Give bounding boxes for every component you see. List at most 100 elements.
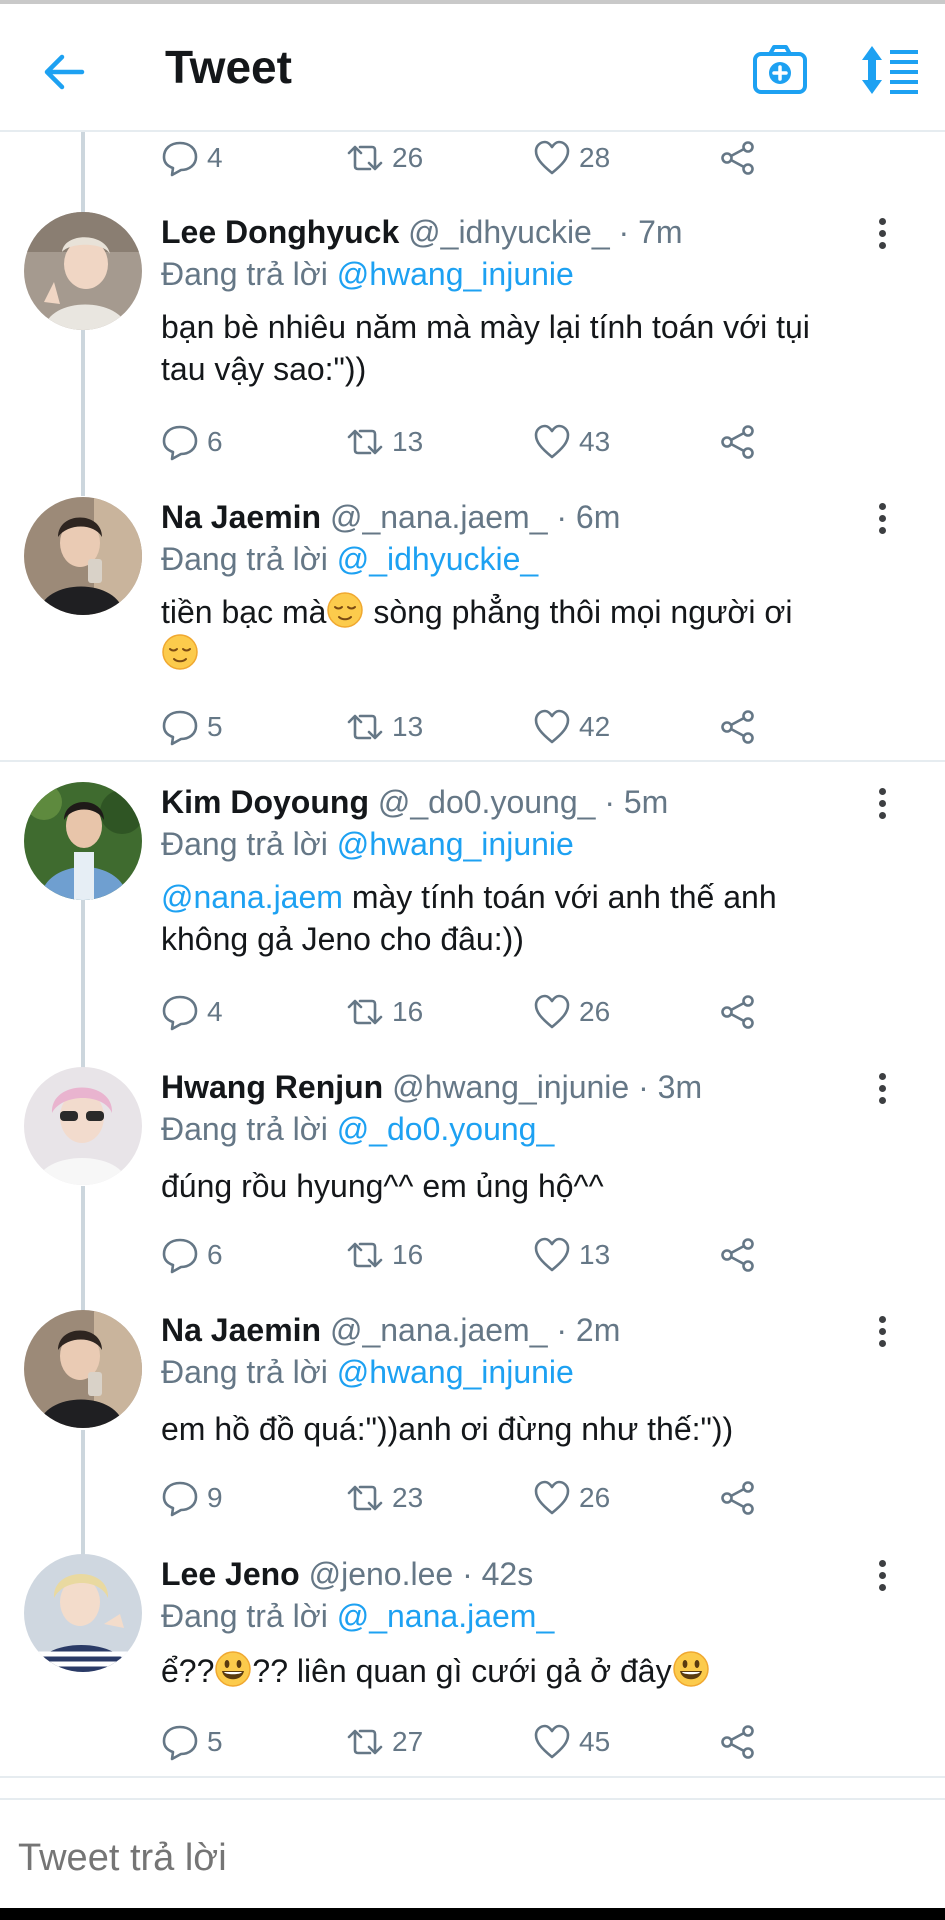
user-handle[interactable]: @_nana.jaem_ <box>330 1312 548 1348</box>
reply-to-mention[interactable]: @hwang_injunie <box>337 826 574 862</box>
more-options-icon[interactable] <box>870 1560 894 1600</box>
like-button[interactable]: 28 <box>533 136 610 180</box>
share-icon <box>721 995 754 1029</box>
reply-context: Đang trả lời @_idhyuckie_ <box>161 541 538 578</box>
user-handle[interactable]: @_nana.jaem_ <box>330 499 548 535</box>
display-name[interactable]: Na Jaemin <box>161 499 321 535</box>
camera-button[interactable] <box>752 44 808 96</box>
reply-count: 9 <box>207 1482 223 1513</box>
thread-divider <box>0 760 945 762</box>
retweet-count: 16 <box>392 996 424 1027</box>
user-handle[interactable]: @_idhyuckie_ <box>408 214 609 250</box>
share-button[interactable] <box>719 1233 757 1277</box>
more-options-icon[interactable] <box>870 1316 894 1356</box>
display-name[interactable]: Lee Donghyuck <box>161 214 399 250</box>
avatar[interactable] <box>24 1554 142 1672</box>
avatar[interactable] <box>24 212 142 330</box>
like-count: 26 <box>579 1482 611 1513</box>
user-handle[interactable]: @_do0.young_ <box>378 784 596 820</box>
more-options-icon[interactable] <box>870 218 894 258</box>
share-button[interactable] <box>719 705 757 749</box>
tweet-card[interactable]: Lee Jeno @jeno.lee · 42s Đang trả lời @_… <box>0 1552 945 1792</box>
retweet-button[interactable]: 16 <box>346 990 423 1034</box>
reply-to-mention[interactable]: @_do0.young_ <box>337 1111 555 1147</box>
tweet-card[interactable]: Na Jaemin @_nana.jaem_ · 6m Đang trả lời… <box>0 495 945 760</box>
display-name[interactable]: Kim Doyoung <box>161 784 369 820</box>
share-button[interactable] <box>719 420 757 464</box>
user-handle[interactable]: @hwang_injunie <box>392 1069 629 1105</box>
relieved-face-emoji-icon <box>162 634 198 670</box>
tweet-actions: 4 16 26 <box>161 990 781 1034</box>
reply-icon <box>162 141 198 177</box>
share-button[interactable] <box>719 1476 757 1520</box>
retweet-icon <box>347 999 383 1025</box>
reply-icon <box>162 1238 198 1274</box>
retweet-button[interactable]: 16 <box>346 1233 423 1277</box>
more-options-icon[interactable] <box>870 788 894 828</box>
reply-button[interactable]: 4 <box>161 136 223 180</box>
tweet-header: Lee Donghyuck @_idhyuckie_ · 7m <box>161 214 683 251</box>
like-button[interactable]: 26 <box>533 1476 610 1520</box>
timestamp: · 7m <box>618 214 683 250</box>
tweet-card[interactable]: Lee Donghyuck @_idhyuckie_ · 7m Đang trả… <box>0 210 945 500</box>
tweet-header: Na Jaemin @_nana.jaem_ · 2m <box>161 1312 620 1349</box>
like-button[interactable]: 13 <box>533 1233 610 1277</box>
tweet-card[interactable]: Hwang Renjun @hwang_injunie · 3m Đang tr… <box>0 1065 945 1305</box>
retweet-button[interactable]: 13 <box>346 420 423 464</box>
back-button[interactable] <box>40 48 88 96</box>
avatar[interactable] <box>24 1067 142 1185</box>
reply-to-mention[interactable]: @_nana.jaem_ <box>337 1598 555 1634</box>
tweet-text-segment: ể?? <box>161 1653 215 1689</box>
like-button[interactable]: 43 <box>533 420 610 464</box>
reply-context: Đang trả lời @hwang_injunie <box>161 256 574 293</box>
reply-button[interactable]: 4 <box>161 990 223 1034</box>
tweet-card[interactable]: Kim Doyoung @_do0.young_ · 5m Đang trả l… <box>0 780 945 1060</box>
retweet-button[interactable]: 27 <box>346 1720 423 1764</box>
share-button[interactable] <box>719 990 757 1034</box>
share-icon <box>721 1238 754 1272</box>
retweet-button[interactable]: 26 <box>346 136 423 180</box>
more-options-icon[interactable] <box>870 503 894 543</box>
avatar[interactable] <box>24 782 142 900</box>
display-name[interactable]: Na Jaemin <box>161 1312 321 1348</box>
reply-icon <box>162 995 198 1031</box>
reply-composer <box>0 1798 945 1920</box>
reply-count: 5 <box>207 711 223 742</box>
tweet-text: tiền bạc mà sòng phẳng thôi mọi người ơi <box>161 591 901 675</box>
like-button[interactable]: 26 <box>533 990 610 1034</box>
thread-line <box>81 132 85 212</box>
reply-button[interactable]: 5 <box>161 705 223 749</box>
more-options-icon[interactable] <box>870 1073 894 1113</box>
sort-button[interactable] <box>860 44 920 96</box>
reply-prefix: Đang trả lời <box>161 256 328 292</box>
retweet-button[interactable]: 23 <box>346 1476 423 1520</box>
reply-context: Đang trả lời @_nana.jaem_ <box>161 1598 554 1635</box>
reply-to-mention[interactable]: @_idhyuckie_ <box>337 541 538 577</box>
like-button[interactable]: 45 <box>533 1720 610 1764</box>
like-button[interactable]: 42 <box>533 705 610 749</box>
reply-to-mention[interactable]: @hwang_injunie <box>337 256 574 292</box>
tweet-text-line: bạn bè nhiêu năm mà mày lại tính toán vớ… <box>161 309 810 345</box>
tweet-thread-screen: Tweet 4 26 28 Lee Donghyuck @_idhyuckie_… <box>0 0 945 1920</box>
avatar[interactable] <box>24 1310 142 1428</box>
reply-to-mention[interactable]: @hwang_injunie <box>337 1354 574 1390</box>
text-mention[interactable]: @nana.jaem <box>161 879 343 915</box>
user-handle[interactable]: @jeno.lee <box>309 1556 454 1592</box>
reply-button[interactable]: 6 <box>161 1233 223 1277</box>
display-name[interactable]: Hwang Renjun <box>161 1069 383 1105</box>
heart-icon <box>534 1237 570 1272</box>
share-button[interactable] <box>719 136 757 180</box>
reply-button[interactable]: 6 <box>161 420 223 464</box>
retweet-button[interactable]: 13 <box>346 705 423 749</box>
retweet-icon <box>347 429 383 455</box>
reply-button[interactable]: 9 <box>161 1476 223 1520</box>
reply-button[interactable]: 5 <box>161 1720 223 1764</box>
display-name[interactable]: Lee Jeno <box>161 1556 300 1592</box>
timestamp: · 2m <box>556 1312 621 1348</box>
tweet-card[interactable]: Na Jaemin @_nana.jaem_ · 2m Đang trả lời… <box>0 1308 945 1548</box>
tweet-text: đúng rồu hyung^^ em ủng hộ^^ <box>161 1168 604 1204</box>
like-count: 43 <box>579 426 611 457</box>
reply-input[interactable] <box>18 1828 918 1888</box>
share-button[interactable] <box>719 1720 757 1764</box>
avatar[interactable] <box>24 497 142 615</box>
